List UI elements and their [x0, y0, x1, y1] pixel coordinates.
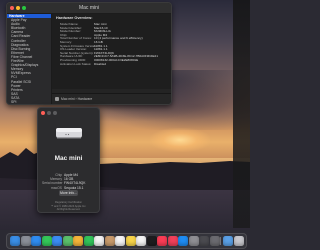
overview-key: Activation Lock Status: — [60, 61, 92, 66]
footer-line: All Rights Reserved. — [56, 208, 81, 211]
sidebar[interactable]: Hardware Apple Pay Audio Bluetooth Camera Car… — [7, 14, 52, 104]
sidebar-item[interactable]: Storage — [7, 104, 51, 105]
dock-separator — [220, 237, 221, 245]
overview-table: Model Name: Mac mini Model Identifier: Mac1… — [60, 22, 170, 67]
close-button[interactable] — [41, 111, 45, 115]
device-name: Mac mini — [54, 155, 83, 162]
maps-icon[interactable] — [62, 236, 73, 246]
content-heading: Hardware Overview: — [56, 16, 93, 20]
hardware-overview-pane: Hardware Overview: Model Name: Mac mini Mo… — [52, 14, 171, 89]
calendar-icon[interactable] — [94, 236, 104, 246]
window-title: Mac mini — [78, 5, 99, 11]
spec-list: Chip Apple M4 Memory 16 GB Serial numberFW4X… — [42, 173, 98, 190]
mail-icon[interactable] — [52, 236, 62, 246]
freeform-icon[interactable] — [136, 236, 146, 246]
tv-icon[interactable] — [146, 236, 157, 246]
safari-icon[interactable] — [31, 236, 41, 246]
reminders-icon[interactable] — [115, 236, 125, 246]
minimize-button-disabled — [47, 111, 51, 115]
photos-icon[interactable] — [73, 236, 83, 246]
system-information-icon[interactable] — [209, 236, 220, 246]
mac-mini-device-image — [56, 128, 82, 139]
facetime-icon[interactable] — [83, 236, 94, 246]
spec-key: macOS — [51, 185, 62, 190]
system-settings-icon[interactable] — [188, 236, 199, 246]
overview-value: Disabled — [94, 61, 107, 66]
dock — [6, 233, 247, 249]
notes-icon[interactable] — [125, 236, 136, 246]
trash-icon[interactable] — [233, 236, 244, 246]
background-window-edge — [233, 0, 250, 228]
computer-icon — [55, 97, 59, 101]
spec-value: Sequoia 15.1 — [64, 185, 84, 190]
window-titlebar[interactable]: Mac mini — [7, 3, 171, 14]
zoom-button-disabled — [53, 111, 57, 115]
messages-icon[interactable] — [41, 236, 52, 246]
app-store-icon[interactable] — [178, 236, 188, 246]
copyright-footer: Regulatory Certification ™ and © 1983-202… — [40, 201, 97, 212]
news-icon[interactable] — [167, 236, 178, 246]
downloads-folder-icon[interactable] — [223, 236, 233, 246]
path-bar: Mac mini › Hardware — [52, 93, 171, 104]
path-bar-text: Mac mini › Hardware — [61, 97, 93, 101]
launchpad-icon[interactable] — [20, 236, 31, 246]
contacts-icon[interactable] — [104, 236, 115, 246]
finder-icon[interactable] — [10, 236, 20, 246]
overview-row: Activation Lock Status: Disabled — [60, 61, 170, 67]
music-icon[interactable] — [157, 236, 167, 246]
about-this-mac-window[interactable]: Mac mini Chip Apple M4 Memory 16 GB Serial n… — [37, 107, 100, 213]
more-info-button[interactable]: More Info... — [59, 190, 78, 196]
iphone-mirroring-icon[interactable] — [199, 236, 209, 246]
system-information-window[interactable]: Mac mini Hardware Apple Pay Audio Bluetooth… — [6, 2, 172, 105]
